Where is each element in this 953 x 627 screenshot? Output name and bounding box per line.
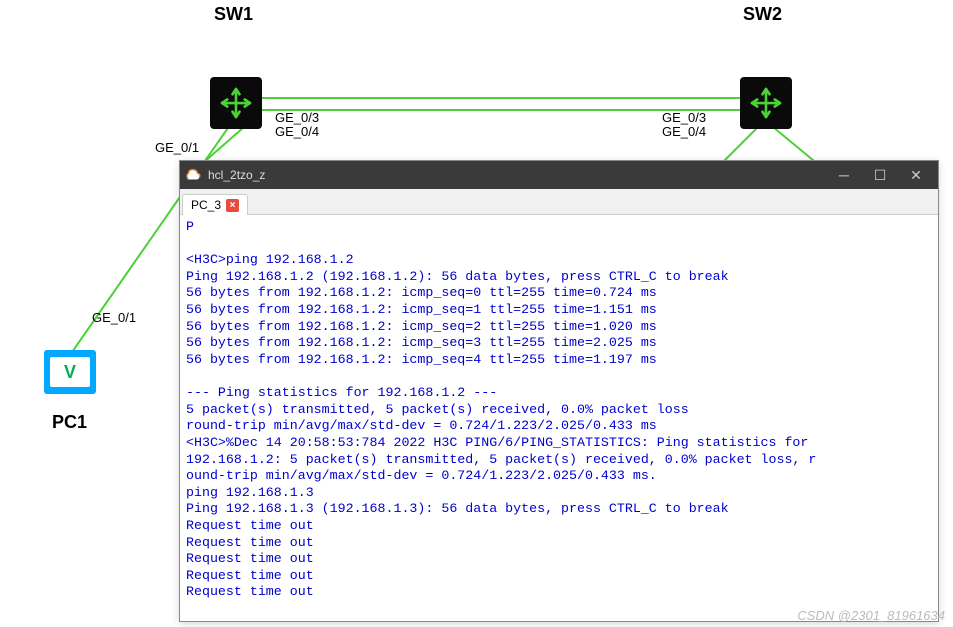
- port-pc1-ge01: GE_0/1: [92, 310, 136, 325]
- vpc-badge: V: [50, 357, 90, 387]
- port-sw1-ge04: GE_0/4: [275, 124, 319, 139]
- terminal-window: hcl_2tzo_z ─ ☐ ✕ PC_3 × P <H3C>ping 192.…: [179, 160, 939, 622]
- port-sw2-ge04: GE_0/4: [662, 124, 706, 139]
- close-button[interactable]: ✕: [898, 163, 934, 187]
- app-logo-icon: [184, 166, 202, 184]
- maximize-button[interactable]: ☐: [862, 163, 898, 187]
- pc-icon-pc1[interactable]: V: [44, 350, 96, 394]
- switch-arrows-icon: [745, 82, 787, 124]
- port-sw2-ge03: GE_0/3: [662, 110, 706, 125]
- switch-arrows-icon: [215, 82, 257, 124]
- tabbar: PC_3 ×: [180, 189, 938, 215]
- watermark: CSDN @2301_81961634: [797, 608, 945, 623]
- link-sw1-sw2-top: [258, 97, 742, 99]
- window-title: hcl_2tzo_z: [208, 168, 826, 182]
- sw1-label: SW1: [214, 4, 253, 25]
- switch-icon-sw1[interactable]: [210, 77, 262, 129]
- port-sw1-ge03: GE_0/3: [275, 110, 319, 125]
- titlebar[interactable]: hcl_2tzo_z ─ ☐ ✕: [180, 161, 938, 189]
- tab-pc3[interactable]: PC_3 ×: [182, 194, 248, 215]
- tab-close-icon[interactable]: ×: [226, 199, 239, 212]
- terminal-output[interactable]: P <H3C>ping 192.168.1.2 Ping 192.168.1.2…: [180, 215, 938, 621]
- port-sw1-ge01: GE_0/1: [155, 140, 199, 155]
- pc1-label: PC1: [52, 412, 87, 433]
- minimize-button[interactable]: ─: [826, 163, 862, 187]
- switch-icon-sw2[interactable]: [740, 77, 792, 129]
- sw2-label: SW2: [743, 4, 782, 25]
- tab-label: PC_3: [191, 198, 221, 212]
